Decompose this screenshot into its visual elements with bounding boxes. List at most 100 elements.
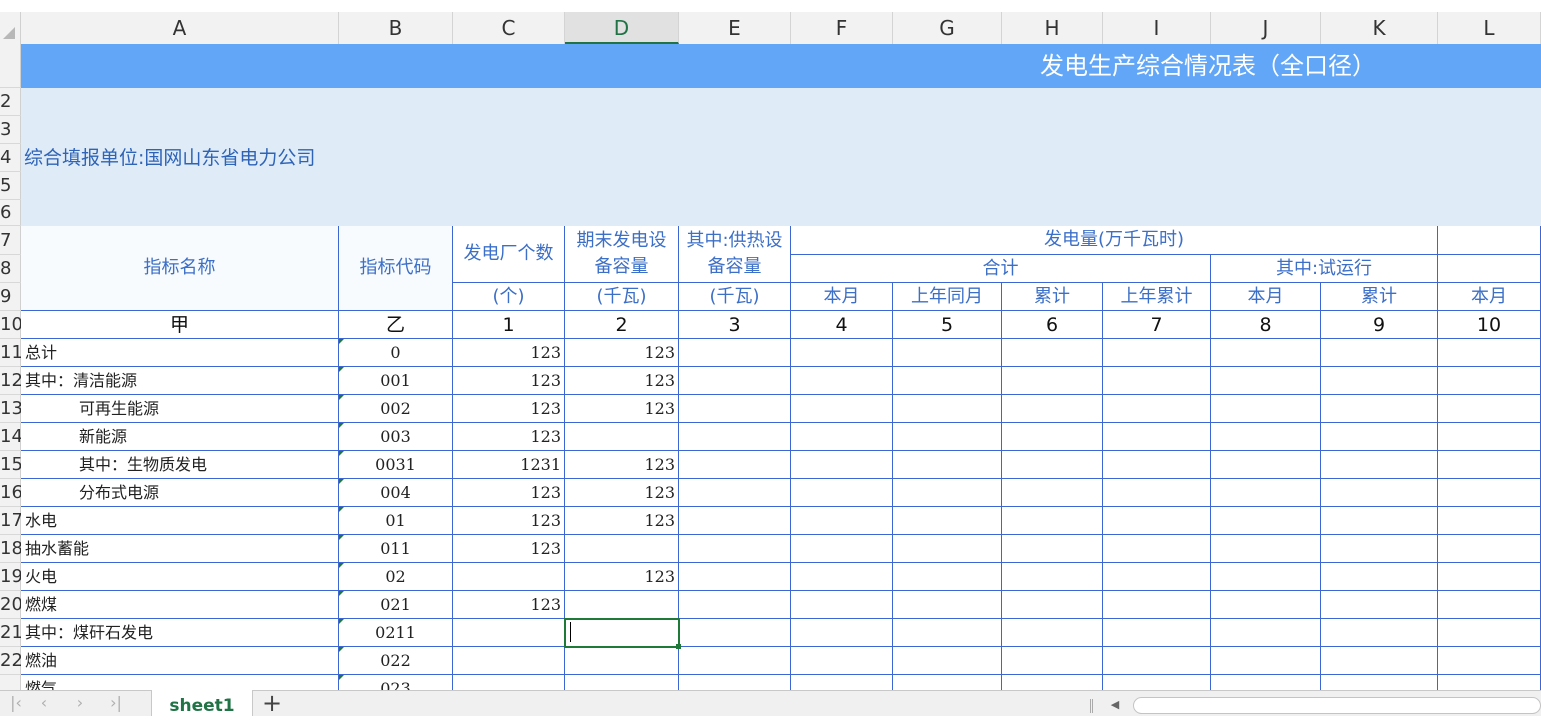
data-cell[interactable] xyxy=(791,591,893,619)
data-cell[interactable] xyxy=(893,619,1002,647)
index-cell[interactable]: 6 xyxy=(1002,311,1103,339)
data-cell[interactable] xyxy=(791,367,893,395)
column-header-f[interactable]: F xyxy=(791,12,893,44)
plant-count-cell[interactable]: 123 xyxy=(453,535,565,563)
header-l-sub[interactable] xyxy=(1438,255,1541,283)
row-header[interactable]: 16 xyxy=(0,479,21,507)
row-header[interactable]: 19 xyxy=(0,563,21,591)
data-cell[interactable] xyxy=(1002,535,1103,563)
indicator-name-cell[interactable]: 其中：煤矸石发电 xyxy=(21,619,339,647)
data-cell[interactable] xyxy=(1211,423,1321,451)
data-cell[interactable] xyxy=(1438,619,1541,647)
row-header[interactable]: 11 xyxy=(0,339,21,367)
data-cell[interactable] xyxy=(1438,451,1541,479)
split-handle[interactable] xyxy=(1090,699,1093,713)
data-cell[interactable] xyxy=(679,339,791,367)
data-cell[interactable] xyxy=(1002,591,1103,619)
plant-count-cell[interactable] xyxy=(453,563,565,591)
capacity-cell[interactable] xyxy=(565,423,679,451)
horizontal-scrollbar[interactable] xyxy=(1133,697,1541,714)
data-cell[interactable] xyxy=(679,395,791,423)
indicator-code-cell[interactable]: 022 xyxy=(339,647,453,675)
data-cell[interactable] xyxy=(679,451,791,479)
header-l-group[interactable] xyxy=(1438,226,1541,255)
capacity-cell[interactable] xyxy=(565,591,679,619)
indicator-name-cell[interactable]: 水电 xyxy=(21,507,339,535)
row-header[interactable]: 21 xyxy=(0,619,21,647)
column-header-i[interactable]: I xyxy=(1103,12,1211,44)
column-header-c[interactable]: C xyxy=(453,12,565,44)
data-cell[interactable] xyxy=(1103,367,1211,395)
header-heat-capacity-unit[interactable]: (千瓦) xyxy=(679,283,791,311)
header-indicator-name[interactable]: 指标名称 xyxy=(21,226,339,311)
indicator-code-cell[interactable]: 001 xyxy=(339,367,453,395)
column-header-d[interactable]: D xyxy=(565,12,679,44)
index-cell[interactable]: 7 xyxy=(1103,311,1211,339)
indicator-name-cell[interactable]: 其中：清洁能源 xyxy=(21,367,339,395)
data-cell[interactable] xyxy=(1211,479,1321,507)
last-sheet-icon[interactable]: ›| xyxy=(108,694,124,712)
column-header-g[interactable]: G xyxy=(893,12,1002,44)
data-cell[interactable] xyxy=(791,535,893,563)
indicator-name-cell[interactable]: 其中：生物质发电 xyxy=(21,451,339,479)
data-cell[interactable] xyxy=(1211,563,1321,591)
data-cell[interactable] xyxy=(679,563,791,591)
header-capacity-unit[interactable]: (千瓦) xyxy=(565,283,679,311)
data-cell[interactable] xyxy=(1321,423,1438,451)
plant-count-cell[interactable]: 123 xyxy=(453,507,565,535)
data-cell[interactable] xyxy=(893,451,1002,479)
row-header[interactable]: 2 xyxy=(0,88,21,116)
row-header[interactable]: 3 xyxy=(0,116,21,144)
indicator-name-cell[interactable]: 燃油 xyxy=(21,647,339,675)
data-cell[interactable] xyxy=(1211,619,1321,647)
plant-count-cell[interactable]: 123 xyxy=(453,479,565,507)
capacity-cell[interactable]: 123 xyxy=(565,451,679,479)
capacity-cell[interactable]: 123 xyxy=(565,339,679,367)
column-header-j[interactable]: J xyxy=(1211,12,1321,44)
scroll-left-icon[interactable]: ◀ xyxy=(1108,697,1122,713)
indicator-code-cell[interactable]: 0211 xyxy=(339,619,453,647)
data-cell[interactable] xyxy=(679,423,791,451)
indicator-name-cell[interactable]: 抽水蓄能 xyxy=(21,535,339,563)
plant-count-cell[interactable]: 1231 xyxy=(453,451,565,479)
data-cell[interactable] xyxy=(1002,423,1103,451)
data-cell[interactable] xyxy=(1321,395,1438,423)
data-cell[interactable] xyxy=(791,507,893,535)
indicator-name-cell[interactable]: 总计 xyxy=(21,339,339,367)
data-cell[interactable] xyxy=(1438,563,1541,591)
data-cell[interactable] xyxy=(1211,507,1321,535)
indicator-code-cell[interactable]: 002 xyxy=(339,395,453,423)
data-cell[interactable] xyxy=(1321,479,1438,507)
data-cell[interactable] xyxy=(791,563,893,591)
data-cell[interactable] xyxy=(1002,507,1103,535)
data-cell[interactable] xyxy=(679,591,791,619)
data-cell[interactable] xyxy=(1002,451,1103,479)
data-cell[interactable] xyxy=(1211,591,1321,619)
data-cell[interactable] xyxy=(1321,367,1438,395)
data-cell[interactable] xyxy=(1103,507,1211,535)
fill-handle[interactable] xyxy=(676,644,681,649)
data-cell[interactable] xyxy=(1438,647,1541,675)
data-cell[interactable] xyxy=(1103,395,1211,423)
capacity-cell[interactable]: 123 xyxy=(565,479,679,507)
data-cell[interactable] xyxy=(1103,339,1211,367)
data-cell[interactable] xyxy=(1438,395,1541,423)
row-header[interactable]: 20 xyxy=(0,591,21,619)
index-cell[interactable]: 5 xyxy=(893,311,1002,339)
data-cell[interactable] xyxy=(1321,647,1438,675)
data-cell[interactable] xyxy=(893,507,1002,535)
header-heat-capacity[interactable]: 其中:供热设备容量 xyxy=(679,226,791,283)
index-cell[interactable]: 3 xyxy=(679,311,791,339)
plant-count-cell[interactable]: 123 xyxy=(453,367,565,395)
data-cell[interactable] xyxy=(791,423,893,451)
data-cell[interactable] xyxy=(791,647,893,675)
data-cell[interactable] xyxy=(1103,563,1211,591)
data-cell[interactable] xyxy=(1211,647,1321,675)
data-cell[interactable] xyxy=(1002,647,1103,675)
header-trial-this-month[interactable]: 本月 xyxy=(1211,283,1321,311)
data-cell[interactable] xyxy=(1438,367,1541,395)
header-cumulative[interactable]: 累计 xyxy=(1002,283,1103,311)
row-header[interactable]: 14 xyxy=(0,423,21,451)
data-cell[interactable] xyxy=(1211,451,1321,479)
indicator-name-cell[interactable]: 燃煤 xyxy=(21,591,339,619)
